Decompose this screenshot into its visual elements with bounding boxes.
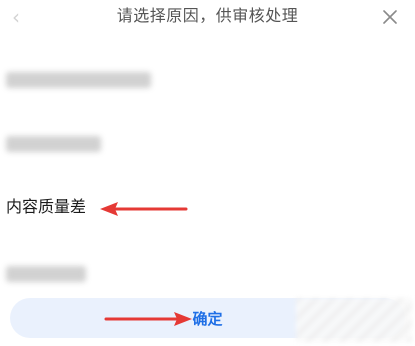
dialog-header: ‹ 请选择原因，供审核处理: [0, 0, 415, 36]
reason-option-2[interactable]: [0, 126, 415, 166]
blurred-option-text: [6, 136, 101, 152]
reason-option-4[interactable]: [0, 256, 415, 296]
reason-option-3[interactable]: 内容质量差: [0, 186, 415, 226]
watermark-blur: [296, 298, 412, 342]
dialog-title: 请选择原因，供审核处理: [116, 6, 299, 25]
reason-option-label: 内容质量差: [6, 197, 87, 216]
close-icon: [383, 10, 397, 24]
blurred-option-text: [6, 72, 151, 88]
close-button[interactable]: [381, 8, 399, 26]
annotation-arrow-icon: [104, 312, 192, 326]
blurred-option-text: [6, 266, 86, 282]
annotation-arrow-icon: [100, 202, 188, 216]
reason-option-1[interactable]: [0, 62, 415, 102]
